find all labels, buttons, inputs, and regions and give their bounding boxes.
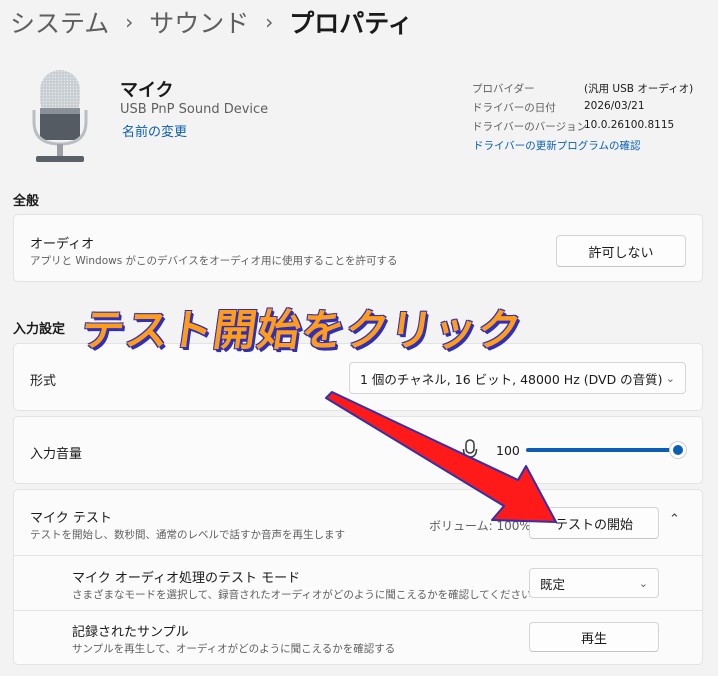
driver-date-value: 2026/03/21 [584,100,645,112]
format-value: 1 個のチャネル, 16 ビット, 48000 Hz (DVD の音質) [360,371,663,387]
rename-link[interactable]: 名前の変更 [122,121,187,140]
annotation-text: テスト開始をクリック [77,306,525,356]
mic-test-title: マイク テスト [30,511,112,526]
driver-version-label: ドライバーのバージョン [472,121,588,133]
general-heading: 全般 [13,194,40,209]
input-volume-value: 100 [496,443,520,458]
breadcrumb-separator: › [265,10,274,34]
mic-test-card: マイク テスト テストを開始し、数秒間、通常のレベルで話すか音声を再生します ボ… [13,489,703,665]
format-title: 形式 [30,374,57,389]
test-mode-value: 既定 [540,576,566,592]
chevron-up-icon[interactable]: ⌃ [669,512,680,527]
test-mode-title: マイク オーディオ処理のテスト モード [72,571,301,586]
audio-description: アプリと Windows がこのデバイスをオーディオ用に使用することを許可する [30,255,398,267]
mic-test-volume-label: ボリューム: 100% [429,519,531,533]
audio-card: オーディオ アプリと Windows がこのデバイスをオーディオ用に使用すること… [13,214,703,282]
divider [14,610,702,611]
input-settings-heading: 入力設定 [13,322,66,337]
driver-update-link[interactable]: ドライバーの更新プログラムの確認 [473,138,640,153]
page-title: プロパティ [289,9,413,38]
breadcrumb: システム › サウンド › プロパティ [10,2,413,42]
driver-date-label: ドライバーの日付 [472,102,556,114]
chevron-down-icon: ⌄ [638,576,648,590]
input-volume-slider-thumb[interactable] [669,441,687,459]
breadcrumb-item-system[interactable]: システム [10,4,109,40]
recorded-sample-title: 記録されたサンプル [72,625,189,640]
provider-label: プロバイダー [472,83,535,95]
microphone-icon [30,70,90,165]
device-subtitle: USB PnP Sound Device [120,102,269,117]
input-volume-slider-track[interactable] [526,448,678,452]
device-name: マイク [120,80,174,101]
chevron-down-icon: ⌄ [665,371,675,385]
disallow-button[interactable]: 許可しない [556,235,686,267]
play-button[interactable]: 再生 [529,622,659,652]
audio-title: オーディオ [30,237,95,252]
provider-value: (汎用 USB オーディオ) [584,83,694,95]
recorded-sample-description: サンプルを再生して、オーディオがどのように聞こえるかを確認する [72,643,396,655]
breadcrumb-item-sound[interactable]: サウンド [149,4,249,40]
start-test-button[interactable]: テストの開始 [529,507,659,539]
format-dropdown[interactable]: 1 個のチャネル, 16 ビット, 48000 Hz (DVD の音質) ⌄ [349,362,686,394]
input-volume-title: 入力音量 [30,447,83,462]
breadcrumb-separator: › [125,10,134,34]
driver-version-value: 10.0.26100.8115 [584,119,675,131]
test-mode-description: さまざまなモードを選択して、録音されたオーディオがどのように聞こえるかを確認して… [72,589,532,601]
mic-test-description: テストを開始し、数秒間、通常のレベルで話すか音声を再生します [30,529,345,541]
microphone-icon [462,439,478,463]
test-mode-dropdown[interactable]: 既定 ⌄ [529,568,659,598]
divider [14,555,702,556]
